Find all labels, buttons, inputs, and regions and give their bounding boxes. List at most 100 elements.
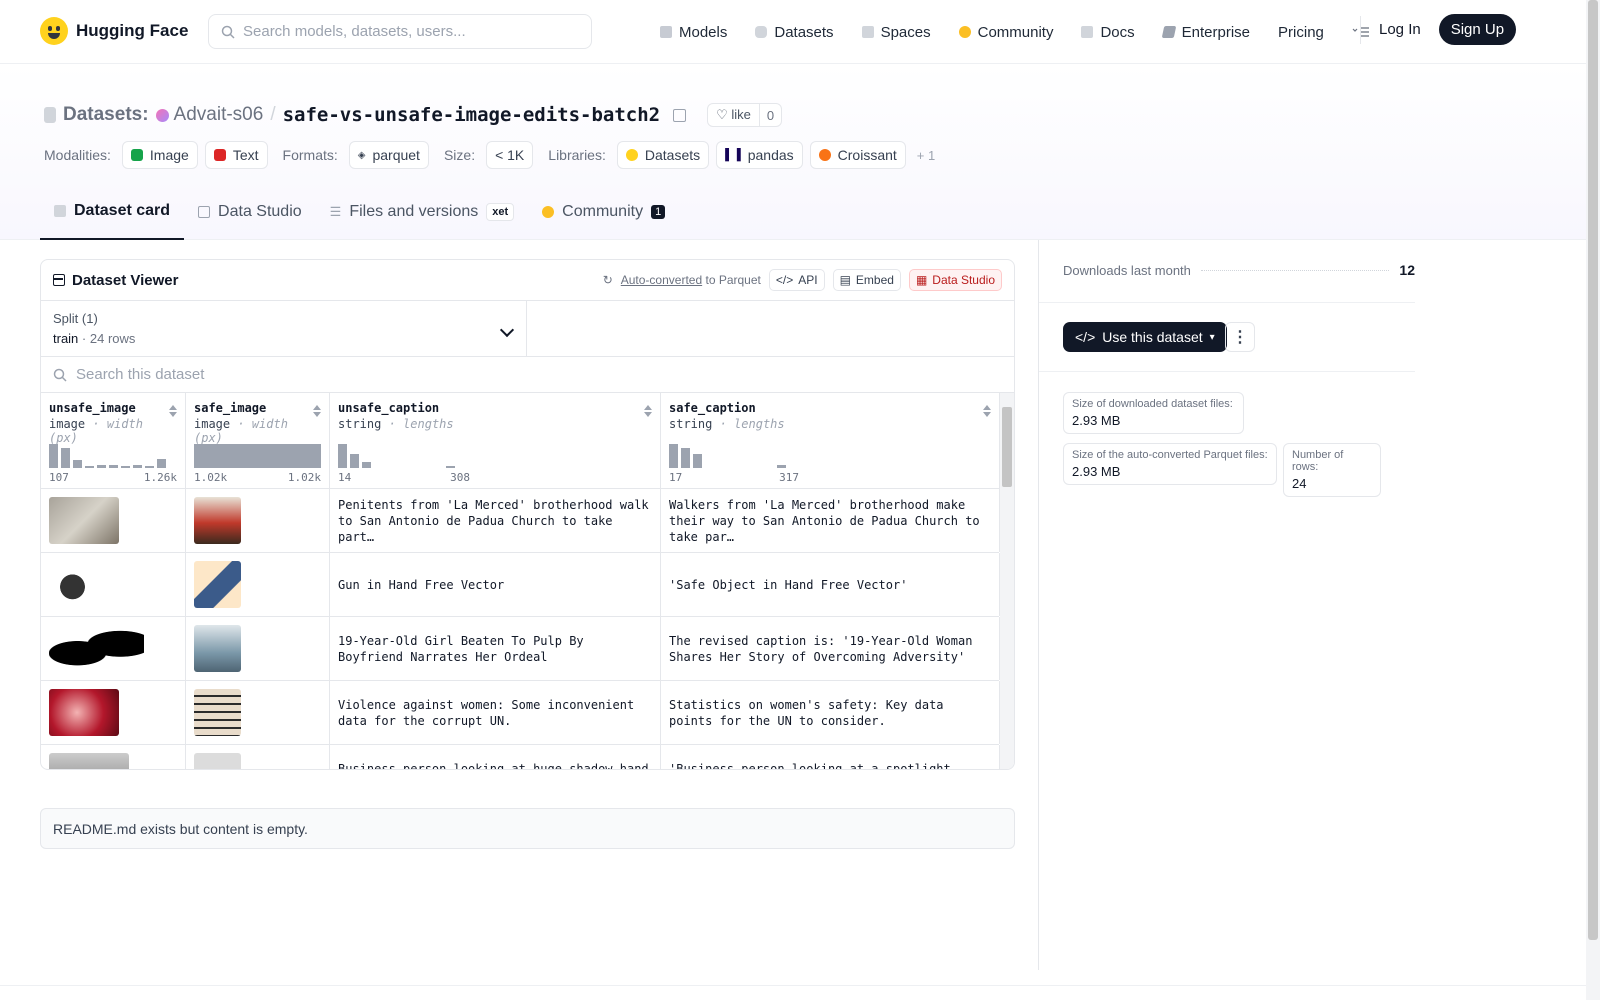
use-dataset-label: Use this dataset [1102,329,1203,345]
dataset-search-input[interactable]: Search this dataset [41,357,1014,393]
image-thumbnail[interactable] [194,561,241,608]
tab-files[interactable]: ☰ Files and versions xet [316,184,529,240]
stat-download-size: Size of downloaded dataset files: 2.93 M… [1063,392,1244,434]
top-nav: Hugging Face Search models, datasets, us… [0,0,1586,64]
image-thumbnail[interactable] [49,561,96,608]
breadcrumb-separator: / [270,104,276,125]
scrollbar-thumb[interactable] [1002,407,1012,487]
split-selector[interactable]: Split (1) train · 24 rows [41,301,527,356]
image-thumbnail[interactable] [49,753,129,769]
data-studio-label: Data Studio [932,273,995,287]
use-dataset-button[interactable]: </> Use this dataset ▾ [1063,322,1227,352]
footer-divider [0,985,1586,986]
tab-dataset-card-label: Dataset card [74,202,171,219]
tag-size[interactable]: < 1K [486,141,534,169]
column-header-unsafe-caption[interactable]: unsafe_caption string · lengths 14 308 [330,393,661,489]
column-name: safe_image [194,401,267,415]
caption-cell: Statistics on women's safety: Key data p… [661,681,1000,744]
image-thumbnail[interactable] [194,753,241,769]
tag-pandas-label: pandas [747,147,794,163]
book-icon [1081,26,1094,38]
auto-converted-link[interactable]: Auto-converted [621,273,702,287]
column-type: image [49,417,86,431]
caption-cell: 'Safe Object in Hand Free Vector' [661,553,1000,616]
search-input[interactable]: Search models, datasets, users... [208,14,592,49]
column-header-unsafe-image[interactable]: unsafe_image image · width (px) 107 1.26k [41,393,186,489]
libraries-label: Libraries: [548,147,606,163]
split-label: Split (1) [53,311,98,326]
tag-text[interactable]: Text [204,141,268,169]
range-max: 317 [779,471,799,484]
embed-button[interactable]: ▤ Embed [832,269,901,291]
more-tags[interactable]: + 1 [917,148,935,163]
tab-dataset-card[interactable]: Dataset card [40,184,185,240]
caption-cell: Walkers from 'La Merced' brotherhood mak… [661,489,1000,552]
login-link[interactable]: Log In [1379,21,1421,38]
image-thumbnail[interactable] [194,625,241,672]
brand-logo[interactable]: Hugging Face [40,17,188,45]
image-thumbnail[interactable] [194,689,241,736]
nav-datasets-label: Datasets [774,23,834,41]
tag-datasets[interactable]: Datasets [616,141,710,169]
table-scrollbar[interactable] [1000,393,1014,769]
breadcrumb-datasets[interactable]: Datasets: [63,104,149,126]
column-header-safe-caption[interactable]: safe_caption string · lengths 17 317 [661,393,1000,489]
nav-community[interactable]: Community [958,24,1053,41]
sort-icon[interactable] [313,405,321,417]
nav-enterprise[interactable]: Enterprise [1161,23,1251,41]
parquet-icon: ◈ [357,149,366,161]
nav-docs[interactable]: Docs [1081,24,1135,41]
tag-pandas[interactable]: ▌▐ pandas [716,141,803,169]
brand-name: Hugging Face [76,21,189,40]
column-header-safe-image[interactable]: safe_image image · width (px) 1.02k 1.02k [186,393,330,489]
data-studio-button[interactable]: ▦ Data Studio [908,269,1002,291]
table-icon [198,206,211,218]
tag-image[interactable]: Image [121,141,198,169]
nav-pricing[interactable]: Pricing [1278,24,1324,41]
dataset-icon [44,107,56,123]
tag-croissant[interactable]: Croissant [809,141,906,169]
page-scrollbar-thumb[interactable] [1588,0,1598,940]
tab-community[interactable]: Community 1 [528,184,679,240]
like-button[interactable]: ♡ like 0 [707,103,783,127]
sort-icon[interactable] [169,405,177,417]
tag-parquet[interactable]: ◈ parquet [348,141,429,169]
nav-enterprise-label: Enterprise [1181,23,1251,41]
image-thumbnail[interactable] [194,497,241,544]
table-row[interactable]: Business person looking at huge shadow h… [41,745,1000,769]
page-scrollbar[interactable] [1586,0,1600,1000]
table-row[interactable]: Gun in Hand Free Vector 'Safe Object in … [41,553,1000,617]
sort-icon[interactable] [983,405,991,417]
nav-datasets[interactable]: Datasets [755,23,834,41]
divider [1039,302,1415,303]
column-type: string [669,417,713,431]
grid-icon [861,26,874,38]
copy-icon[interactable] [673,108,687,122]
image-thumbnail[interactable] [49,497,119,544]
column-stat: lengths [734,417,785,431]
more-options-icon[interactable]: ⋮ [1225,322,1255,352]
table-row[interactable]: Penitents from 'La Merced' brotherhood w… [41,489,1000,553]
api-button[interactable]: </> API [768,269,825,291]
signup-button[interactable]: Sign Up [1438,14,1517,45]
nav-spaces[interactable]: Spaces [861,24,931,41]
nav-models[interactable]: Models [660,24,727,41]
tab-data-studio-label: Data Studio [218,203,302,220]
repo-name[interactable]: safe-vs-unsafe-image-edits-batch2 [283,104,661,126]
image-thumbnail[interactable] [49,689,119,736]
tab-community-label: Community [562,203,644,220]
range-max: 1.26k [143,471,177,484]
formats-label: Formats: [282,147,338,163]
repo-header: Datasets: Advait-s06 / safe-vs-unsafe-im… [0,64,1586,240]
hugging-face-icon [625,149,638,161]
stat-row-count: Number of rows: 24 [1283,443,1381,497]
tab-data-studio[interactable]: Data Studio [184,184,316,240]
search-placeholder: Search models, datasets, users... [243,23,466,40]
table-row[interactable]: 19-Year-Old Girl Beaten To Pulp By Boyfr… [41,617,1000,681]
breadcrumb-user[interactable]: Advait-s06 [155,104,263,126]
sort-icon[interactable] [644,405,652,417]
range-max: 308 [450,471,470,484]
column-type: string [338,417,382,431]
image-thumbnail[interactable] [49,625,144,672]
table-row[interactable]: Violence against women: Some inconvenien… [41,681,1000,745]
